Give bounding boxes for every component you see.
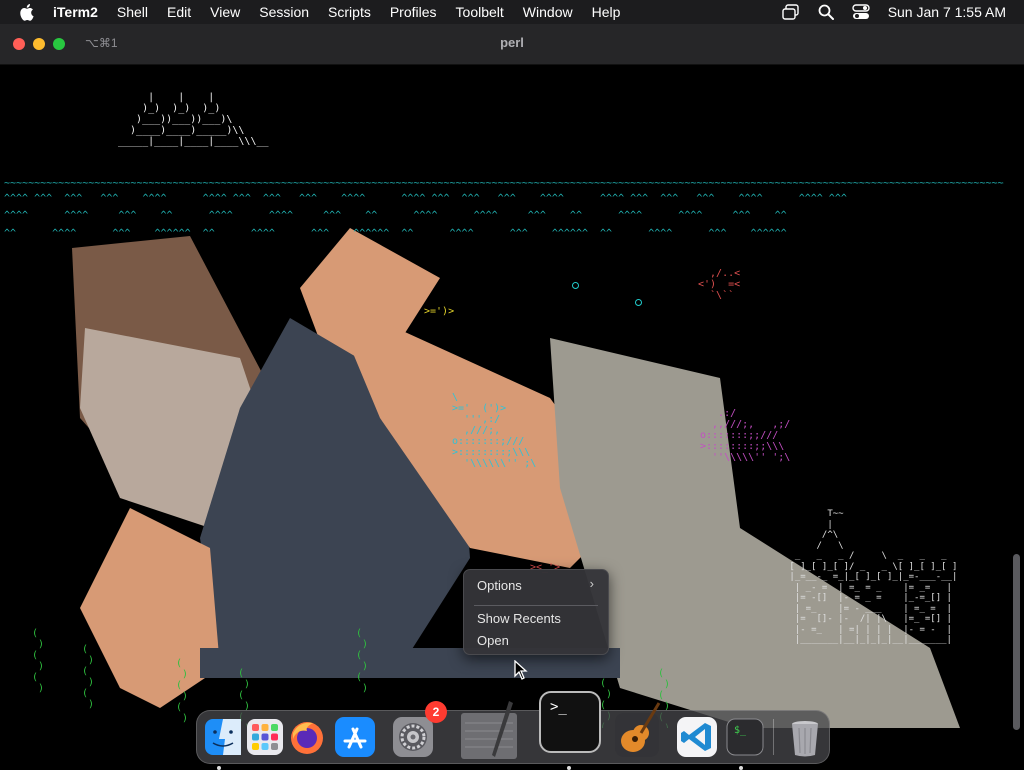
- bubble-icon: [572, 282, 579, 289]
- fish-big: ,/..< <') =< `\``: [698, 268, 741, 301]
- dock-app-garageband[interactable]: [611, 702, 661, 761]
- dock-app-firefox[interactable]: [283, 713, 331, 761]
- menu-view[interactable]: View: [210, 0, 240, 24]
- dock-app-vscode[interactable]: [673, 713, 721, 761]
- notification-badge: 2: [425, 701, 447, 723]
- menu-toolbelt[interactable]: Toolbelt: [456, 0, 504, 24]
- guitar-icon: [615, 702, 661, 757]
- running-indicator: [217, 766, 221, 770]
- water-wave-row: ^^ ^^^^ ^^^ ^^^^^^ ^^ ^^^^ ^^^ ^^^^^^ ^^…: [4, 228, 787, 239]
- bubble-icon: [635, 299, 642, 306]
- menu-edit[interactable]: Edit: [167, 0, 191, 24]
- iterm-window: ⌥⌘1 perl | | | )_) )_) )_) )___))___))__…: [0, 24, 1024, 768]
- menu-separator: [474, 605, 598, 606]
- dock-context-menu: Options › Show Recents Open: [463, 569, 609, 655]
- fish-right: .:/ ,,///;, ,;/ o:::::::;;/// >::::::::;…: [700, 408, 791, 463]
- window-stack-icon[interactable]: [781, 4, 800, 20]
- dock-app-textedit[interactable]: [459, 701, 517, 761]
- app-store-icon: [335, 717, 375, 757]
- fish-school: \ >=' (')> ''',:/ ,///;, o:::::::;/// >:…: [452, 392, 537, 469]
- dock-divider: [773, 719, 774, 755]
- menu-scripts[interactable]: Scripts: [328, 0, 371, 24]
- fish-small: >=')>: [424, 306, 455, 317]
- search-icon[interactable]: [818, 4, 834, 20]
- terminal-icon: [726, 718, 764, 756]
- dock-app-terminal[interactable]: $_: [721, 713, 769, 761]
- textedit-icon: [461, 701, 517, 759]
- trash-icon: [792, 721, 818, 757]
- dock-app-app-store[interactable]: [331, 713, 379, 761]
- menu-bar: iTerm2 Shell Edit View Session Scripts P…: [0, 0, 1024, 24]
- running-indicator: [567, 766, 571, 770]
- seaweed: ( ) ( ) ( ): [356, 628, 369, 694]
- water-wave-row: ^^^^ ^^^ ^^^ ^^^ ^^^^ ^^^^ ^^^ ^^^ ^^^ ^…: [4, 193, 847, 204]
- menu-item-options[interactable]: Options: [477, 576, 522, 596]
- vscode-icon: [677, 717, 717, 757]
- dock-app-launchpad[interactable]: [241, 713, 289, 761]
- apple-icon[interactable]: [18, 3, 34, 21]
- dock-app-system-settings[interactable]: 2: [389, 701, 447, 761]
- finder-icon: [205, 719, 241, 755]
- terminal-prompt: $_: [734, 725, 747, 736]
- ascii-ship: | | | )_) )_) )_) )___))___))___)\ )____…: [118, 92, 269, 147]
- seaweed: ( ) ( ) ( ): [82, 644, 95, 710]
- dock-app-trash[interactable]: [781, 713, 829, 761]
- menu-window[interactable]: Window: [523, 0, 573, 24]
- dock-app-finder[interactable]: [199, 713, 247, 761]
- running-indicator: [739, 766, 743, 770]
- control-center-icon[interactable]: [851, 4, 870, 20]
- menu-clock[interactable]: Sun Jan 7 1:55 AM: [888, 4, 1006, 20]
- title-bar[interactable]: ⌥⌘1 perl: [0, 24, 1024, 65]
- launchpad-icon: [247, 719, 283, 755]
- menu-item-show-recents[interactable]: Show Recents: [477, 609, 561, 629]
- water-wave-row: ^^^^ ^^^^ ^^^ ^^ ^^^^ ^^^^ ^^^ ^^ ^^^^ ^…: [4, 210, 787, 221]
- water-surface-line: ~~~~~~~~~~~~~~~~~~~~~~~~~~~~~~~~~~~~~~~~…: [4, 178, 1004, 189]
- seaweed: ( ) ( ) ( ): [32, 628, 45, 694]
- ascii-castle: T~~ | /^\ / \ _ _ _ / \ _ _ _ [ ]_[ ]_[ …: [789, 509, 958, 645]
- menu-shell[interactable]: Shell: [117, 0, 148, 24]
- menu-session[interactable]: Session: [259, 0, 309, 24]
- menu-profiles[interactable]: Profiles: [390, 0, 437, 24]
- dock-app-iterm2[interactable]: >_: [539, 691, 601, 753]
- menu-item-open[interactable]: Open: [477, 631, 509, 651]
- menu-app-name[interactable]: iTerm2: [53, 0, 98, 24]
- menu-help[interactable]: Help: [592, 0, 621, 24]
- terminal-scrollbar[interactable]: [1013, 554, 1020, 730]
- chevron-right-icon: ›: [589, 576, 594, 591]
- iterm-prompt: >_: [550, 699, 567, 715]
- firefox-icon: [291, 722, 323, 754]
- window-title: perl: [500, 35, 524, 50]
- seaweed: ( ) ( ) ( ): [176, 658, 189, 724]
- dock: 2 >_ $_: [196, 691, 830, 770]
- mouse-cursor-icon: [514, 660, 528, 680]
